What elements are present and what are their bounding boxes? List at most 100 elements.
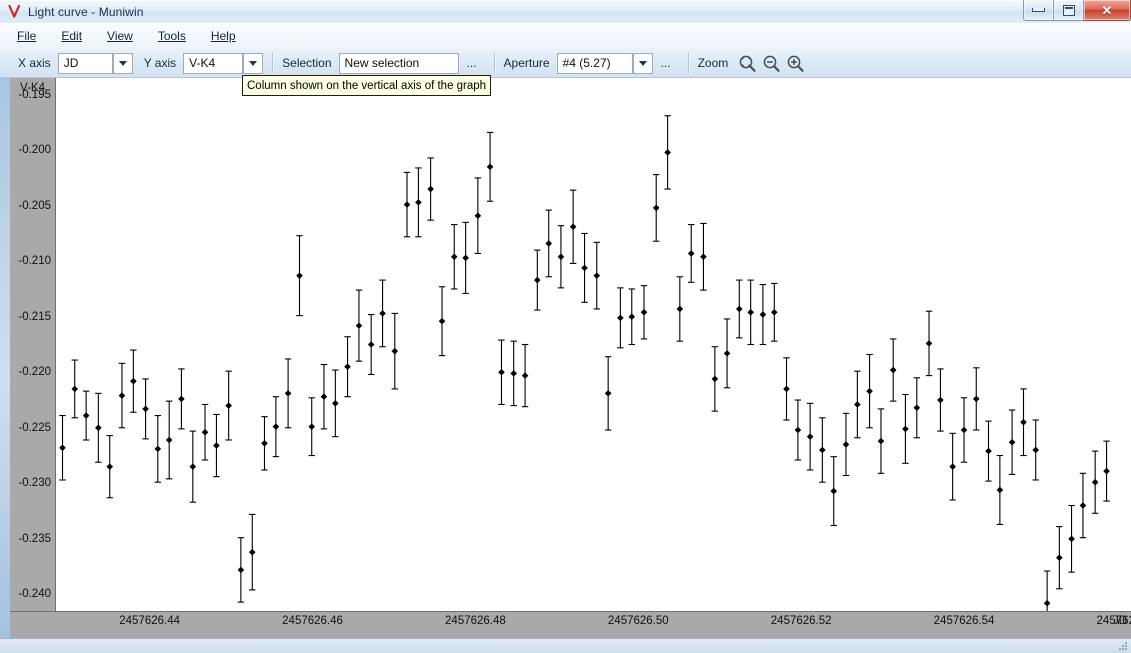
data-point — [106, 463, 113, 470]
data-point — [1056, 554, 1063, 561]
maximize-button[interactable] — [1053, 0, 1084, 21]
data-point — [1009, 439, 1016, 446]
data-point — [961, 427, 968, 434]
data-point — [878, 438, 885, 445]
toolbar-separator — [272, 53, 273, 73]
data-point — [166, 437, 173, 444]
aperture-value: #4 (5.27) — [558, 56, 632, 70]
data-point — [807, 433, 814, 440]
resize-grip[interactable] — [1117, 640, 1129, 652]
data-point — [178, 396, 185, 403]
menu-item-help[interactable]: Help — [208, 27, 239, 45]
data-point — [344, 363, 351, 370]
y-axis-tick-label: -0.230 — [10, 477, 55, 489]
data-point — [475, 212, 482, 219]
x-axis-tick-label: 2457626.50 — [608, 615, 669, 627]
menu-item-view[interactable]: View — [104, 27, 136, 45]
data-point — [522, 372, 529, 379]
aperture-more-button[interactable]: ... — [653, 56, 679, 70]
data-point — [795, 427, 802, 434]
menu-help-label: Help — [211, 29, 236, 43]
data-point — [249, 549, 256, 556]
selection-value: New selection — [340, 56, 425, 70]
toolbar-separator — [494, 53, 495, 73]
title-bar[interactable]: Light curve - Muniwin ✕ — [0, 0, 1131, 24]
zoom-out-icon[interactable] — [759, 51, 783, 75]
data-point — [747, 309, 754, 316]
menu-item-tools[interactable]: Tools — [155, 27, 189, 45]
data-point — [142, 406, 149, 413]
data-point — [451, 253, 458, 260]
window-controls: ✕ — [1023, 0, 1131, 21]
light-curve-window: Light curve - Muniwin ✕ File Edit View T… — [0, 0, 1131, 652]
y-axis-select[interactable]: V-K4 — [183, 53, 243, 74]
x-axis-dropdown-arrow[interactable] — [113, 53, 133, 74]
window-title: Light curve - Muniwin — [28, 5, 143, 19]
y-axis-dropdown-arrow[interactable] — [243, 53, 263, 74]
data-point — [379, 310, 386, 317]
data-point — [439, 318, 446, 325]
data-point — [391, 348, 398, 355]
data-point — [273, 423, 280, 430]
x-axis-label: X axis — [18, 56, 51, 70]
selection-more-button[interactable]: ... — [459, 56, 485, 70]
menu-item-edit[interactable]: Edit — [58, 27, 85, 45]
data-point — [653, 205, 660, 212]
light-curve-plot[interactable] — [56, 78, 1131, 611]
data-point — [617, 315, 624, 322]
data-point — [332, 400, 339, 407]
data-point — [914, 404, 921, 411]
aperture-select[interactable]: #4 (5.27) — [557, 53, 633, 74]
data-point — [71, 386, 78, 393]
y-axis-value: V-K4 — [184, 56, 242, 70]
data-point — [285, 390, 292, 397]
zoom-in-icon[interactable] — [783, 51, 807, 75]
data-point — [95, 424, 102, 431]
x-axis-tick-label: 2457626.44 — [119, 615, 180, 627]
aperture-label: Aperture — [504, 56, 550, 70]
data-series — [59, 116, 1110, 611]
y-axis-tick-label: -0.235 — [10, 533, 55, 545]
data-point — [664, 149, 671, 156]
selection-label: Selection — [282, 56, 331, 70]
data-point — [973, 396, 980, 403]
x-axis-select[interactable]: JD — [58, 53, 113, 74]
close-button[interactable]: ✕ — [1084, 0, 1131, 21]
data-point — [427, 186, 434, 193]
y-axis-band — [10, 78, 56, 611]
data-point — [202, 429, 209, 436]
y-axis-label: Y axis — [144, 56, 176, 70]
aperture-dropdown-arrow[interactable] — [633, 53, 653, 74]
data-point — [154, 446, 161, 453]
minimize-button[interactable] — [1023, 0, 1053, 21]
x-axis-value: JD — [59, 56, 112, 70]
maximize-icon — [1063, 5, 1075, 16]
data-point — [119, 392, 126, 399]
data-point — [130, 378, 137, 385]
menu-bar: File Edit View Tools Help — [0, 23, 1131, 50]
data-point — [937, 397, 944, 404]
zoom-label: Zoom — [698, 56, 729, 70]
y-axis-tick-label: -0.225 — [10, 422, 55, 434]
data-point — [581, 265, 588, 272]
data-point — [985, 448, 992, 455]
data-point — [605, 390, 612, 397]
menu-item-file[interactable]: File — [14, 27, 39, 45]
toolbar: X axis JD Y axis V-K4 Selection New sele… — [0, 49, 1131, 78]
y-axis-tick-label: -0.210 — [10, 255, 55, 267]
x-axis-tick-label: 2457626.46 — [282, 615, 343, 627]
selection-input[interactable]: New selection — [339, 53, 459, 74]
title-bar-left: Light curve - Muniwin — [0, 0, 143, 23]
tooltip-text: Column shown on the vertical axis of the… — [247, 80, 486, 92]
data-point — [321, 393, 328, 400]
data-point — [225, 402, 232, 409]
data-point — [688, 250, 695, 257]
data-point — [819, 447, 826, 454]
data-point — [902, 426, 909, 433]
data-point — [760, 311, 767, 318]
x-axis-tick-label: 2457626.54 — [934, 615, 995, 627]
data-point — [462, 255, 469, 262]
chevron-down-icon — [249, 61, 257, 66]
zoom-fit-icon[interactable] — [735, 51, 759, 75]
data-point — [1103, 468, 1110, 475]
